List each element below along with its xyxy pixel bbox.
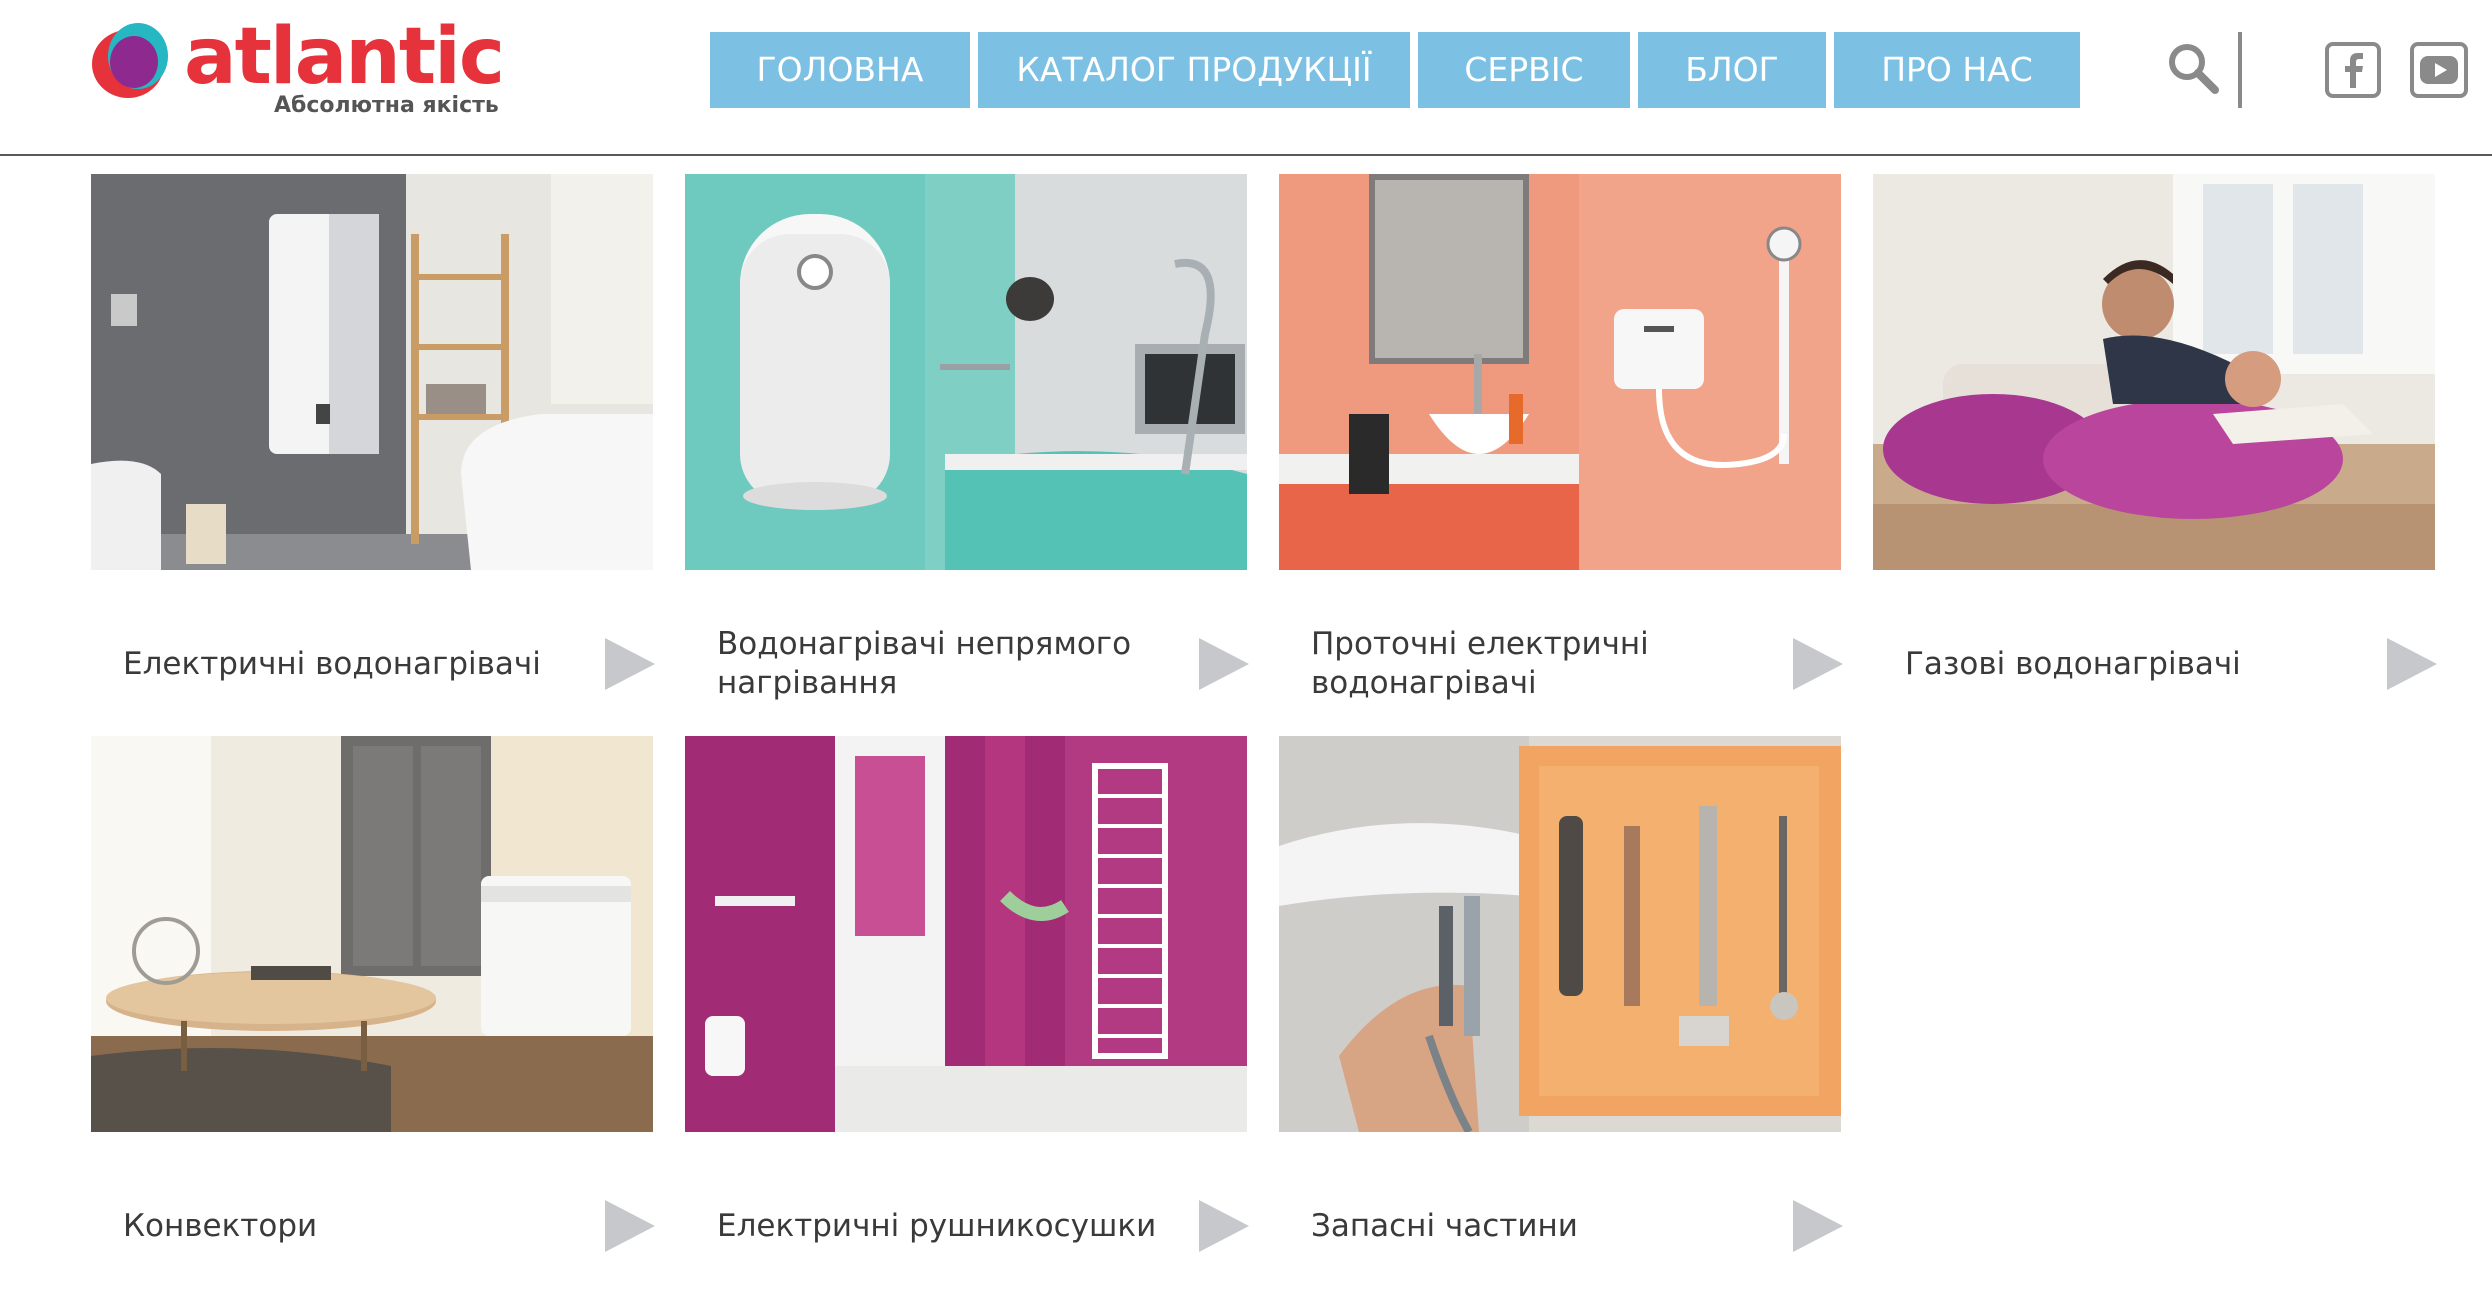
category-card-indirect-water-heaters[interactable]: Водонагрівачі непрямого нагрівання bbox=[685, 174, 1249, 734]
father-and-child-pillows-photo bbox=[1873, 174, 2435, 570]
arrow-right-icon[interactable] bbox=[605, 1200, 655, 1252]
instant-heater-shower-photo bbox=[1279, 174, 1841, 570]
arrow-right-icon[interactable] bbox=[1199, 638, 1249, 690]
arrow-right-icon[interactable] bbox=[1199, 1200, 1249, 1252]
category-label: Конвектори bbox=[123, 1207, 318, 1244]
category-label: Запасні частини bbox=[1311, 1207, 1578, 1244]
logo-tagline: Абсолютна якість bbox=[274, 93, 499, 118]
header-divider bbox=[2238, 32, 2242, 108]
bathroom-water-heater-photo bbox=[91, 174, 653, 570]
category-card-electric-towel-rails[interactable]: Електричні рушникосушки bbox=[685, 736, 1249, 1296]
logo-mark-icon bbox=[92, 23, 168, 98]
towel-rail-bathroom-photo bbox=[685, 736, 1247, 1132]
nav-service[interactable]: СЕРВІС bbox=[1418, 32, 1630, 108]
category-card-gas-water-heaters[interactable]: Газові водонагрівачі bbox=[1873, 174, 2437, 734]
category-label: Проточні електричні водонагрівачі bbox=[1311, 626, 1649, 701]
nav-blog[interactable]: БЛОГ bbox=[1638, 32, 1826, 108]
logo-wordmark: atlantic bbox=[184, 12, 505, 102]
logo[interactable]: atlantic Абсолютна якість bbox=[88, 12, 508, 128]
facebook-icon[interactable] bbox=[2325, 42, 2381, 98]
nav-catalog[interactable]: КАТАЛОГ ПРОДУКЦІЇ bbox=[978, 32, 1410, 108]
arrow-right-icon[interactable] bbox=[2387, 638, 2437, 690]
youtube-icon[interactable] bbox=[2410, 42, 2468, 98]
nav-home[interactable]: ГОЛОВНА bbox=[710, 32, 970, 108]
category-label: Газові водонагрівачі bbox=[1905, 645, 2241, 682]
category-card-electric-water-heaters[interactable]: Електричні водонагрівачі bbox=[91, 174, 655, 734]
kitchen-water-heater-photo bbox=[685, 174, 1247, 570]
category-card-spare-parts[interactable]: Запасні частини bbox=[1279, 736, 1843, 1296]
arrow-right-icon[interactable] bbox=[605, 638, 655, 690]
category-label: Електричні водонагрівачі bbox=[123, 645, 541, 682]
nav-about[interactable]: ПРО НАС bbox=[1834, 32, 2080, 108]
site-header: atlantic Абсолютна якість ГОЛОВНА КАТАЛО… bbox=[0, 0, 2492, 155]
category-card-instant-electric-heaters[interactable]: Проточні електричні водонагрівачі bbox=[1279, 174, 1843, 734]
category-label: Електричні рушникосушки bbox=[717, 1207, 1157, 1244]
arrow-right-icon[interactable] bbox=[1793, 1200, 1843, 1252]
header-divider-line bbox=[0, 154, 2492, 156]
living-room-convector-photo bbox=[91, 736, 653, 1132]
spare-parts-photo bbox=[1279, 736, 1841, 1132]
category-label: Водонагрівачі непрямого нагрівання bbox=[717, 626, 1132, 701]
search-icon[interactable] bbox=[2165, 40, 2221, 96]
arrow-right-icon[interactable] bbox=[1793, 638, 1843, 690]
category-card-convectors[interactable]: Конвектори bbox=[91, 736, 655, 1296]
